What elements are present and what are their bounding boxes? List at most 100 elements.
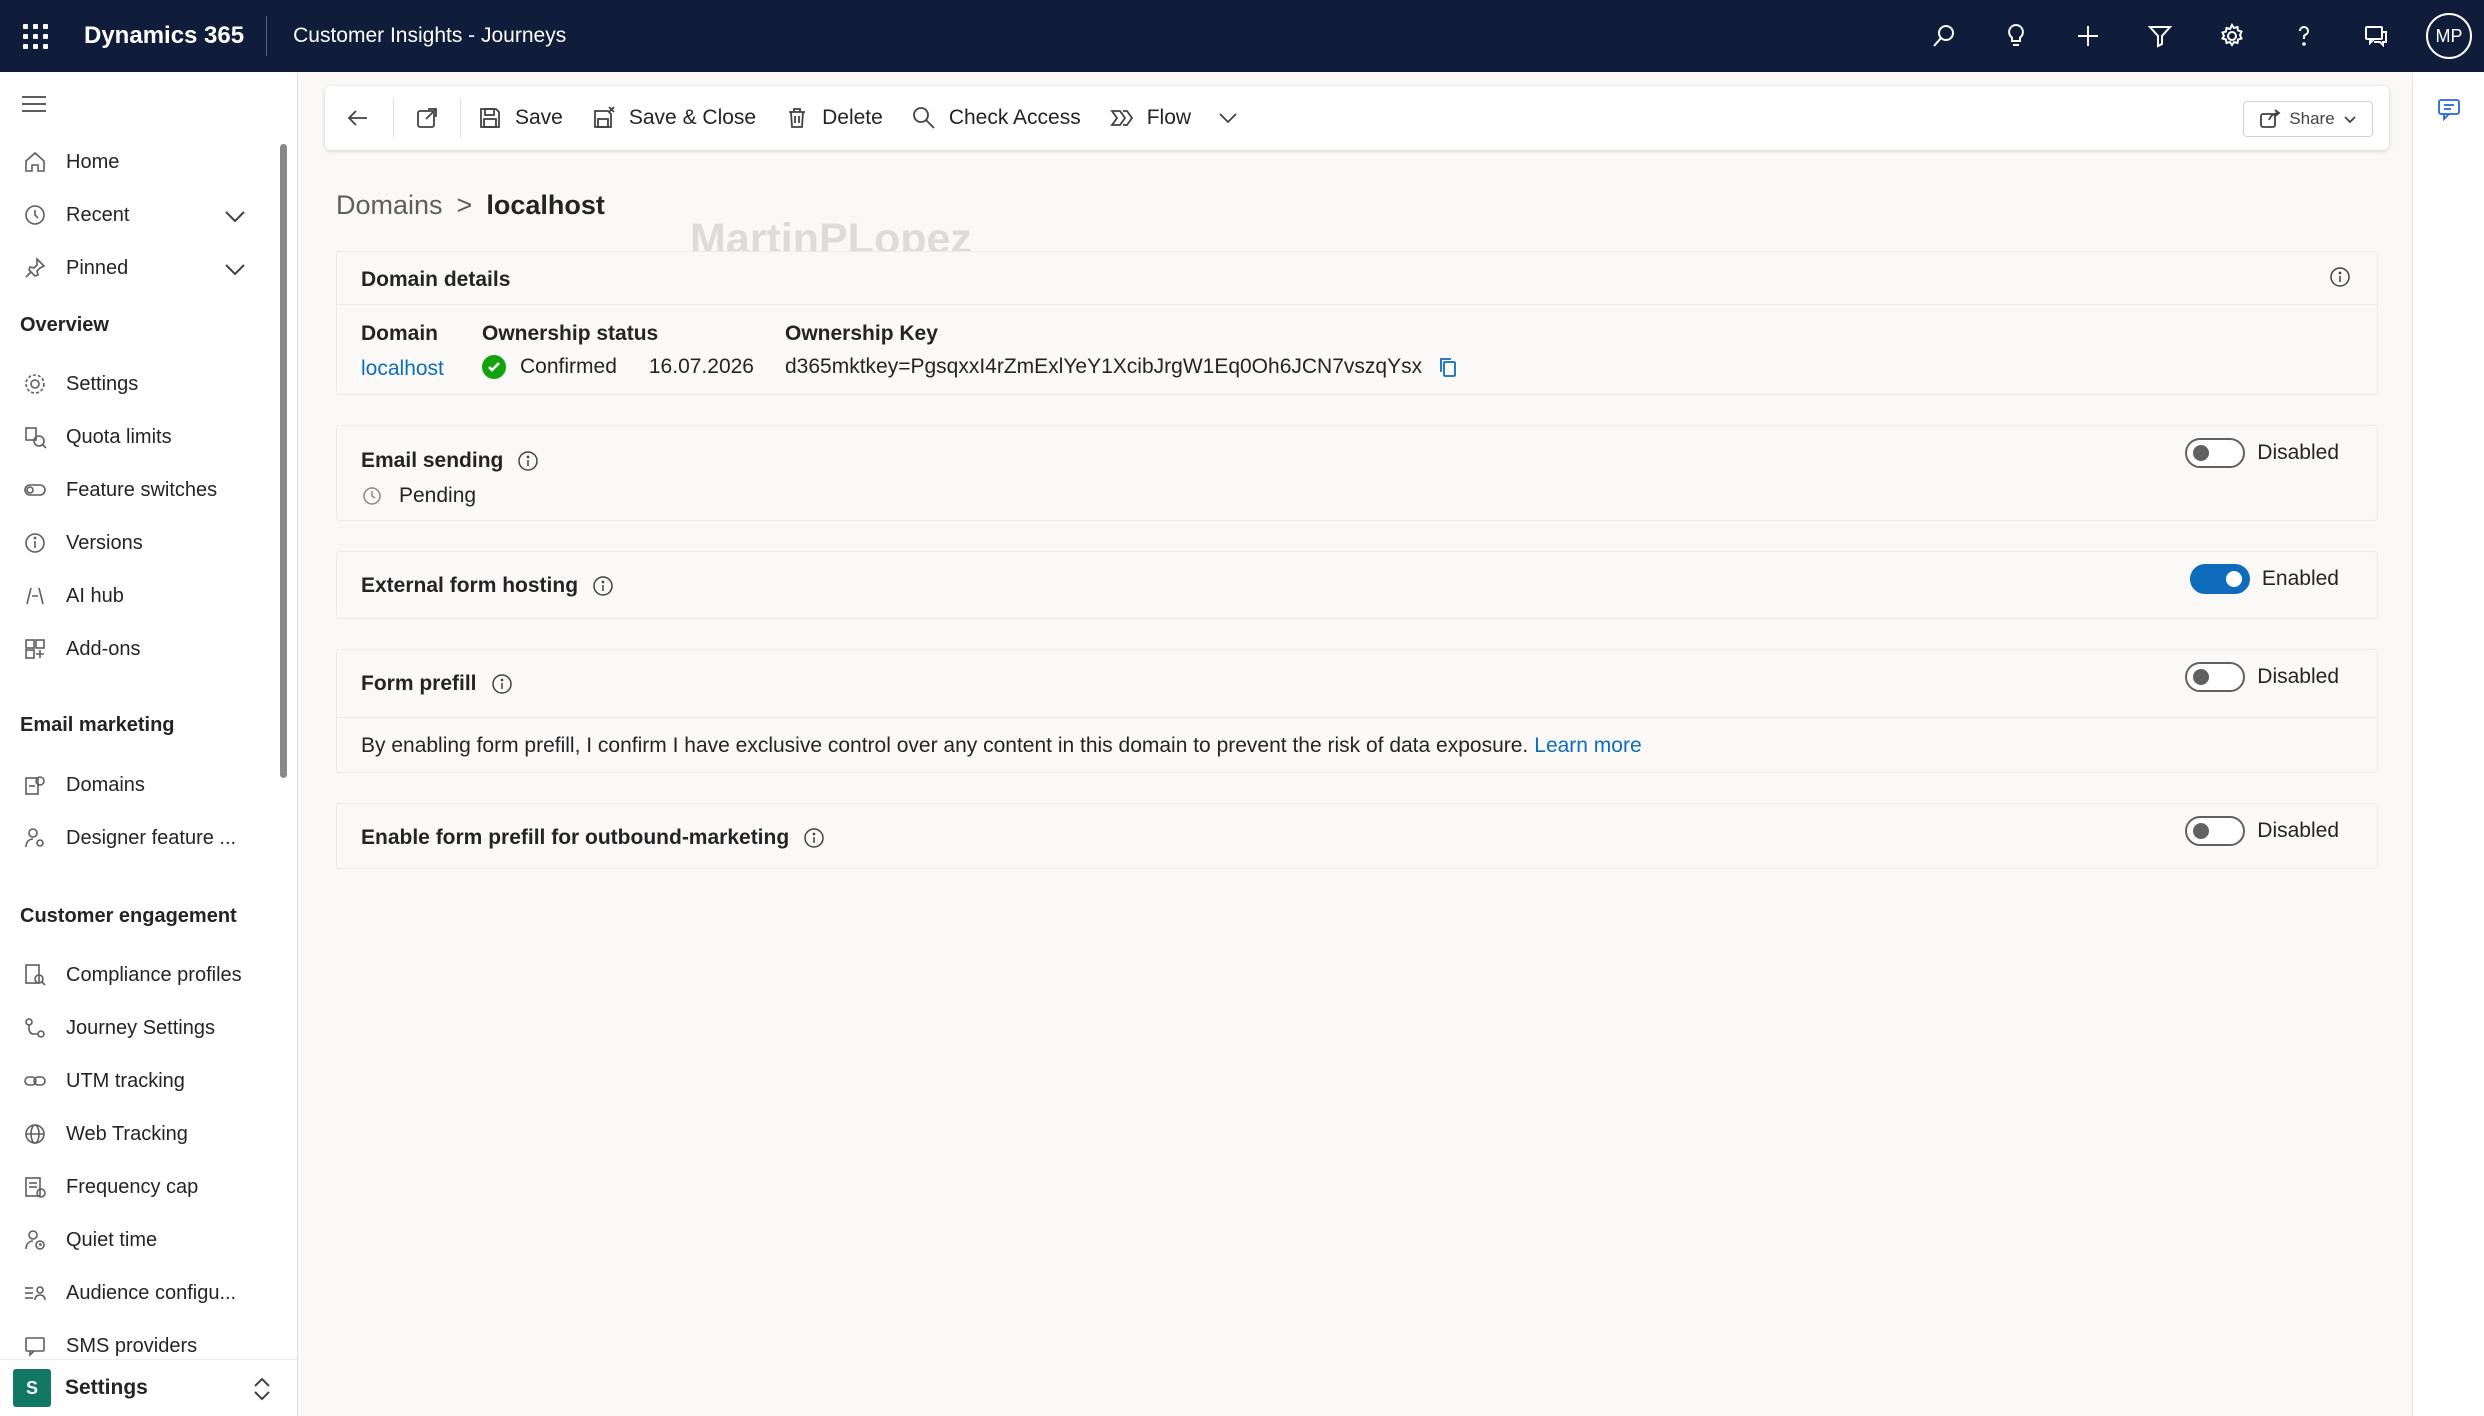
learn-more-link[interactable]: Learn more — [1534, 734, 1641, 758]
chevron-down-icon — [1219, 113, 1237, 124]
chat-button[interactable] — [2340, 0, 2412, 72]
flow-dropdown-button[interactable] — [1205, 86, 1251, 150]
top-bar: Dynamics 365 Customer Insights - Journey… — [0, 0, 2484, 72]
home-icon — [20, 147, 50, 177]
gear-icon — [20, 369, 50, 399]
nav-item-label: Feature switches — [66, 478, 218, 501]
new-button[interactable] — [2052, 0, 2124, 72]
form-prefill-description-text: By enabling form prefill, I confirm I ha… — [361, 734, 1529, 757]
area-label: Settings — [65, 1376, 148, 1399]
help-button[interactable] — [2268, 0, 2340, 72]
divider — [393, 98, 394, 138]
domain-label: Domain — [361, 322, 439, 345]
nav-group-customer-engagement: Customer engagement — [20, 905, 237, 927]
nav-feature-switches[interactable]: Feature switches — [0, 468, 270, 512]
ownership-status: Confirmed 16.07.2026 — [482, 355, 754, 379]
audience-icon — [20, 1278, 50, 1308]
chevron-down-icon[interactable] — [222, 256, 248, 282]
info-icon[interactable] — [491, 673, 513, 695]
nav-journey-settings[interactable]: Journey Settings — [0, 1006, 270, 1050]
nav-frequency-cap[interactable]: Frequency cap — [0, 1165, 270, 1209]
email-sending-toggle[interactable] — [2185, 438, 2246, 468]
outbound-prefill-toggle[interactable] — [2185, 816, 2246, 846]
email-sending-status: Pending — [361, 484, 476, 508]
settings-button[interactable] — [2196, 0, 2268, 72]
nav-item-label: Versions — [66, 531, 143, 554]
save-close-button[interactable]: Save & Close — [577, 86, 770, 150]
flow-icon — [1109, 110, 1133, 126]
flow-button[interactable]: Flow — [1095, 86, 1205, 150]
nav-pinned[interactable]: Pinned — [0, 246, 270, 290]
external-form-hosting-toggle-label: Enabled — [2261, 567, 2339, 590]
nav-add-ons[interactable]: Add-ons — [0, 627, 270, 671]
nav-item-label: Settings — [66, 372, 139, 395]
nav-versions[interactable]: Versions — [0, 521, 270, 565]
nav-quota-limits[interactable]: Quota limits — [0, 415, 270, 459]
breadcrumb-parent[interactable]: Domains — [336, 190, 443, 221]
app-name[interactable]: Customer Insights - Journeys — [267, 24, 566, 48]
ownership-key: d365mktkey=PgsqxxI4rZmExlYeY1XcibJrgW1Eq… — [785, 355, 1460, 379]
breadcrumb-current: localhost — [486, 190, 605, 220]
search-icon — [1933, 25, 1954, 47]
share-button[interactable]: Share — [2243, 101, 2373, 137]
open-new-window-button[interactable] — [396, 86, 458, 150]
filter-button[interactable] — [2124, 0, 2196, 72]
domain-icon — [20, 770, 50, 800]
outbound-prefill-label: Enable form prefill for outbound-marketi… — [361, 826, 790, 849]
nav-web-tracking[interactable]: Web Tracking — [0, 1112, 270, 1156]
nav-recent[interactable]: Recent — [0, 193, 270, 237]
form-prefill-toggle[interactable] — [2185, 662, 2246, 692]
nav-ai-hub[interactable]: AI hub — [0, 574, 270, 618]
nav-scrollbar[interactable] — [280, 144, 287, 778]
back-button[interactable] — [325, 86, 391, 150]
flow-label: Flow — [1146, 106, 1192, 129]
info-icon[interactable] — [517, 450, 539, 472]
person-clock-icon — [20, 1225, 50, 1255]
nav-group-overview: Overview — [20, 314, 109, 336]
info-icon[interactable] — [803, 827, 825, 849]
nav-home[interactable]: Home — [0, 140, 270, 184]
copy-icon[interactable] — [1436, 355, 1460, 379]
nav-item-label: Web Tracking — [66, 1122, 188, 1145]
area-switcher[interactable]: S Settings — [0, 1359, 297, 1416]
nav-item-label: AI hub — [66, 584, 124, 607]
info-icon — [20, 528, 50, 558]
nav-domains[interactable]: Domains — [0, 763, 270, 807]
save-close-label: Save & Close — [628, 106, 757, 129]
info-icon[interactable] — [2329, 266, 2351, 288]
trash-icon — [789, 108, 806, 128]
delete-button[interactable]: Delete — [770, 86, 897, 150]
save-close-icon — [593, 106, 615, 128]
nav-pinned-label: Pinned — [66, 256, 129, 279]
outbound-prefill-card: Enable form prefill for outbound-marketi… — [336, 803, 2378, 869]
nav-item-label: Quiet time — [66, 1228, 158, 1251]
hamburger-menu-icon[interactable] — [22, 96, 46, 117]
domain-link[interactable]: localhost — [361, 357, 444, 381]
search-button[interactable] — [1908, 0, 1980, 72]
user-avatar[interactable]: MP — [2426, 13, 2472, 59]
form-prefill-description: By enabling form prefill, I confirm I ha… — [361, 734, 1642, 758]
nav-quiet-time[interactable]: Quiet time — [0, 1218, 270, 1262]
pin-icon — [20, 253, 50, 283]
side-pane-rail — [2412, 72, 2484, 1416]
nav-audience-config[interactable]: Audience configu... — [0, 1271, 270, 1315]
chevron-down-icon[interactable] — [222, 203, 248, 229]
nav-designer-feature[interactable]: Designer feature ... — [0, 816, 270, 860]
copilot-chat-icon[interactable] — [2436, 96, 2462, 122]
nav-utm-tracking[interactable]: UTM tracking — [0, 1059, 270, 1103]
app-launcher-button[interactable] — [0, 0, 70, 72]
ideas-button[interactable] — [1980, 0, 2052, 72]
quota-icon — [20, 422, 50, 452]
nav-compliance-profiles[interactable]: Compliance profiles — [0, 953, 270, 997]
nav-home-label: Home — [66, 150, 120, 173]
grid-add-icon — [20, 634, 50, 664]
external-form-hosting-toggle[interactable] — [2189, 564, 2250, 594]
info-icon[interactable] — [592, 575, 614, 597]
nav-settings[interactable]: Settings — [0, 362, 270, 406]
save-button[interactable]: Save — [463, 86, 577, 150]
check-access-button[interactable]: Check Access — [897, 86, 1095, 150]
email-sending-card: Email sending Pending Disabled — [336, 425, 2378, 521]
delete-label: Delete — [822, 106, 883, 129]
brand-title[interactable]: Dynamics 365 — [70, 16, 268, 56]
top-actions: MP — [1908, 0, 2484, 72]
